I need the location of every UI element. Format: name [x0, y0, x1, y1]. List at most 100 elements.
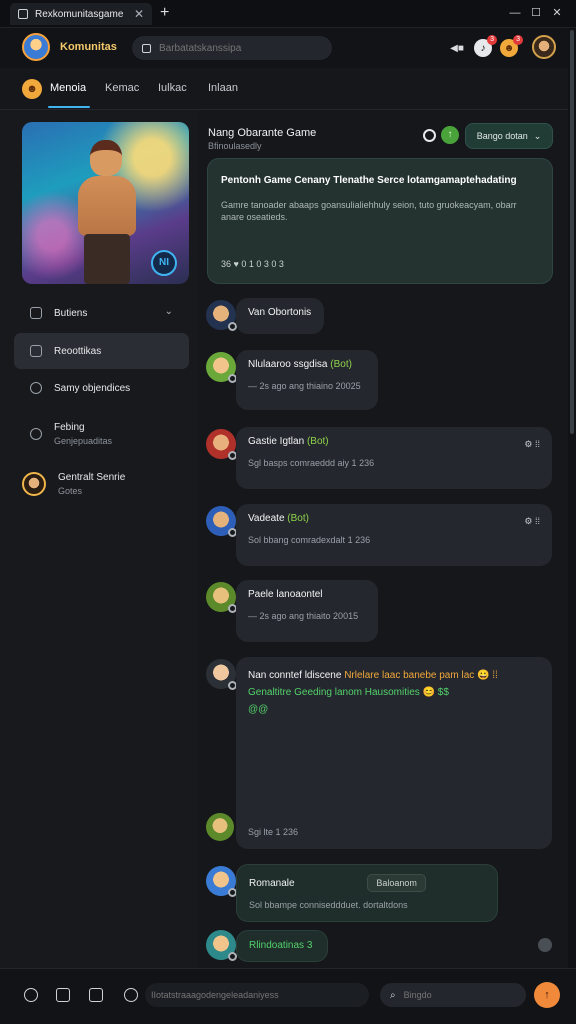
list-item[interactable]: Rlindoatinas 3: [206, 930, 556, 962]
featured-post-card[interactable]: Pentonh Game Cenany Tlenathe Serce lotam…: [207, 158, 553, 284]
list-item[interactable]: Romanale Baloanom Sol bbampe connisedddu…: [206, 864, 556, 922]
message-highlight: Geeding lanom Hausomities 😊 $$: [294, 687, 449, 698]
new-tab-button[interactable]: +: [160, 4, 169, 22]
emoji-icon[interactable]: ☻: [22, 79, 42, 99]
friends-badge: 3: [513, 35, 523, 45]
list-item[interactable]: Nan conntef ldiscene Nrlelare laac baneb…: [206, 657, 556, 849]
header-search-input[interactable]: [159, 42, 319, 54]
compass-icon: [30, 382, 42, 394]
brand-name: Komunitas: [60, 41, 117, 53]
message-meta: Sgl basps comraeddd aiy 1 236: [248, 458, 375, 468]
avatar: [206, 429, 237, 460]
attach-icon[interactable]: [56, 988, 70, 1002]
friends-icon[interactable]: ☻ 3: [500, 35, 523, 57]
user-avatar[interactable]: [532, 35, 556, 59]
list-item[interactable]: Paele lanoaontel — 2s ago ang thiaito 20…: [206, 580, 556, 642]
maximize-button[interactable]: ☐: [529, 6, 543, 20]
featured-post-body: Gamre tanoader abaaps goansulialiehhuly …: [221, 200, 517, 222]
tab-iulkac[interactable]: Iulkac: [158, 82, 187, 94]
gamepad-icon[interactable]: ◀■: [448, 39, 466, 57]
feed-subtitle: Bfinoulasedly: [208, 141, 262, 151]
list-item[interactable]: Van Obortonis: [206, 298, 556, 334]
sidebar-item-label: Reoottikas: [54, 345, 102, 357]
message-actions-icon[interactable]: ⚙ ⁞⁞: [524, 439, 540, 450]
avatar: [206, 300, 237, 331]
sidebar-item-febing[interactable]: Febing Genjepuaditas: [14, 414, 189, 454]
compass-icon[interactable]: [24, 988, 38, 1002]
search-icon: ⌕: [390, 989, 396, 1001]
featured-post-meta: 36 ♥ 0 1 0 3 0 3: [221, 259, 284, 269]
sidebar-item-butiens[interactable]: Butiens ⌄: [14, 295, 189, 331]
active-tab-indicator: [48, 106, 90, 108]
message-chip[interactable]: Baloanom: [367, 874, 426, 892]
status-ring-icon[interactable]: [423, 129, 436, 142]
message-bubble: Vadeate (Bot) Sol bbang comradexdalt 1 2…: [236, 504, 552, 566]
composer-search[interactable]: ⌕: [380, 983, 526, 1007]
tab-menoia[interactable]: Menoia: [50, 82, 86, 94]
message-bubble: Rlindoatinas 3: [236, 930, 328, 962]
chevron-down-icon: ⌄: [164, 306, 173, 317]
send-button[interactable]: ↑: [534, 982, 560, 1008]
list-item[interactable]: Gastie Igtlan (Bot) Sgl basps comraeddd …: [206, 427, 556, 489]
message-meta: — 2s ago ang thiaito 20015: [248, 611, 359, 621]
message-highlight: Nrlelare laac banebe pam: [344, 670, 459, 681]
avatar: [206, 813, 234, 841]
composer-bar: ⌕ ↑: [0, 968, 576, 1024]
list-item[interactable]: Vadeate (Bot) Sol bbang comradexdalt 1 2…: [206, 504, 556, 566]
message-author: Rlindoatinas 3: [249, 940, 313, 951]
sidebar: NI Butiens ⌄ Reoottikas Samy objendices …: [0, 110, 198, 968]
box-icon: [30, 307, 42, 319]
avatar: [22, 472, 46, 496]
message-meta: Sol bbang comradexdalt 1 236: [248, 535, 371, 545]
tab-close-icon[interactable]: ✕: [134, 7, 144, 21]
composer-search-input[interactable]: [403, 990, 514, 1000]
scrollbar-thumb[interactable]: [570, 30, 574, 434]
gamepad-icon: [30, 428, 42, 440]
message-text: Nan conntef ldiscene: [248, 670, 342, 681]
list-item[interactable]: Nlulaaroo ssgdisa (Bot) — 2s ago ang thi…: [206, 350, 556, 410]
main-feed: Nang Obarante Game Bfinoulasedly ↑ Bango…: [198, 110, 568, 968]
message-bubble: Nlulaaroo ssgdisa (Bot) — 2s ago ang thi…: [236, 350, 378, 410]
heart-icon[interactable]: [538, 938, 552, 952]
close-window-button[interactable]: ✕: [550, 6, 564, 20]
message-bubble: Van Obortonis: [236, 298, 324, 334]
app-logo[interactable]: [22, 33, 50, 61]
avatar: [206, 930, 237, 961]
nav-tabs: ☻ Menoia Kemac Iulkac Inlaan: [0, 68, 576, 110]
hero-banner-image[interactable]: NI: [22, 122, 189, 284]
sidebar-item-samy-objendices[interactable]: Samy objendices: [14, 370, 189, 406]
message-author: Gastie Igtlan: [248, 436, 305, 447]
dropdown-label: Bango dotan: [476, 131, 528, 141]
emoji-icon[interactable]: [124, 988, 138, 1002]
message-author: Romanale: [249, 878, 295, 889]
tab-kemac[interactable]: Kemac: [105, 82, 139, 94]
message-bubble: Nan conntef ldiscene Nrlelare laac baneb…: [236, 657, 552, 849]
notification-badge: 3: [487, 35, 497, 45]
browser-tab[interactable]: Rexkomunitasgame ✕: [10, 3, 152, 25]
avatar: [206, 352, 237, 383]
sidebar-item-gentralt-senrie[interactable]: Gentralt Senrie Gotes: [14, 464, 189, 504]
sidebar-item-label: Samy objendices: [54, 382, 131, 394]
sort-dropdown[interactable]: Bango dotan ⌄: [465, 123, 553, 149]
header-search[interactable]: [132, 36, 332, 60]
message-actions-icon[interactable]: ⚙ ⁞⁞: [524, 516, 540, 527]
message-bubble: Romanale Baloanom Sol bbampe connisedddu…: [236, 864, 498, 922]
message-meta: Sgi lte 1 236: [248, 827, 299, 837]
message-author: Nlulaaroo ssgdisa: [248, 359, 328, 370]
tab-title: Rexkomunitasgame: [35, 8, 124, 20]
search-icon: [142, 43, 151, 53]
upload-icon[interactable]: ↑: [441, 126, 459, 144]
image-icon: [30, 345, 42, 357]
message-author: Van Obortonis: [248, 307, 312, 318]
minimize-button[interactable]: —: [508, 6, 522, 20]
bot-tag: (Bot): [330, 359, 352, 370]
sidebar-item-reoottikas[interactable]: Reoottikas: [14, 333, 189, 369]
tab-inlaan[interactable]: Inlaan: [208, 82, 238, 94]
message-input[interactable]: [145, 983, 369, 1007]
hero-character: [78, 140, 136, 284]
image-icon[interactable]: [89, 988, 103, 1002]
message-highlight: lac 😀 ⁞⁞: [461, 670, 498, 681]
chevron-down-icon: ⌄: [533, 130, 542, 141]
bot-tag: (Bot): [306, 436, 329, 447]
notification-icon[interactable]: ♪ 3: [474, 35, 497, 57]
